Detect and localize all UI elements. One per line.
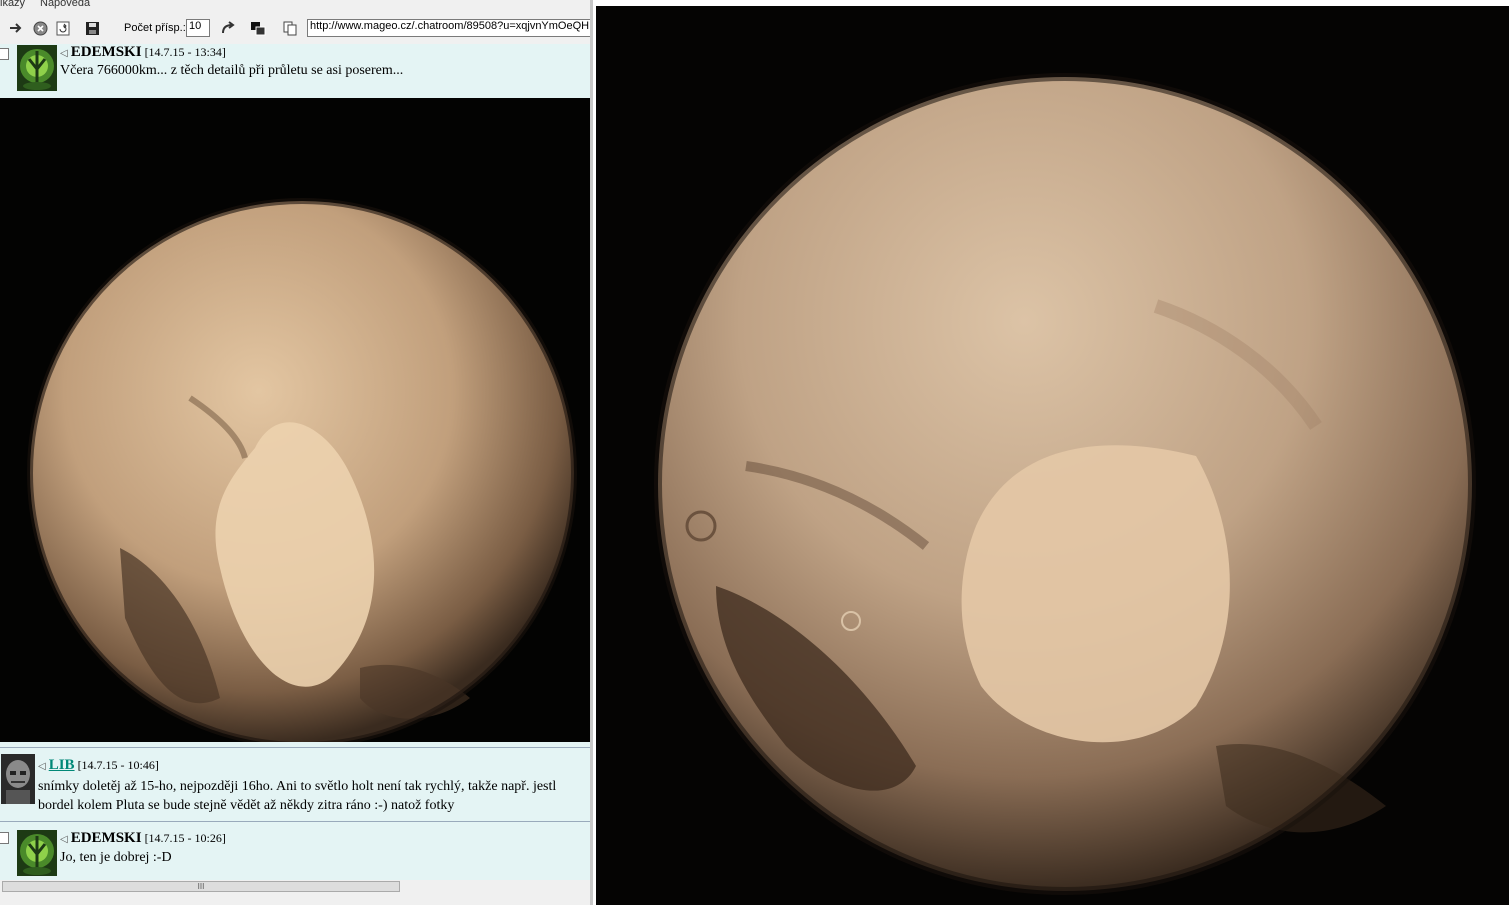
message-text: Včera 766000km... z těch detailů při prů… — [60, 63, 404, 78]
chat-message-list: ◁ EDEMSKI [14.7.15 - 13:34] Včera 766000k… — [0, 44, 590, 880]
timestamp: [14.7.15 - 13:34] — [144, 45, 226, 59]
chat-message: ◁ EDEMSKI [14.7.15 - 13:34] Včera 766000k… — [0, 44, 590, 748]
avatar — [17, 45, 57, 91]
reply-triangle-icon[interactable]: ◁ — [38, 761, 46, 772]
message-checkbox[interactable] — [0, 48, 9, 60]
avatar — [1, 754, 35, 804]
url-field[interactable]: http://www.mageo.cz/.chatroom/89508?u=xq… — [307, 19, 593, 37]
copy-icon[interactable] — [282, 20, 298, 36]
save-icon[interactable] — [84, 20, 100, 36]
reply-triangle-icon[interactable]: ◁ — [60, 834, 68, 845]
timestamp: [14.7.15 - 10:46] — [77, 758, 159, 772]
nickname[interactable]: LIB — [49, 757, 75, 773]
pluto-image[interactable] — [0, 98, 590, 748]
horizontal-scrollbar[interactable]: III — [0, 880, 590, 894]
message-text-line-2: bordel kolem Pluta se bude stejně vědět … — [38, 798, 455, 813]
message-checkbox[interactable] — [0, 832, 9, 844]
refresh-icon[interactable] — [55, 20, 71, 36]
nickname[interactable]: EDEMSKI — [71, 830, 142, 846]
post-count-input[interactable]: 10 — [186, 19, 210, 37]
pluto-large-image[interactable] — [596, 6, 1509, 905]
windows-icon[interactable] — [250, 20, 266, 36]
message-header: ◁ EDEMSKI [14.7.15 - 10:26] — [60, 830, 226, 847]
message-text-line-1: snímky doletěj až 15-ho, nejpozději 16ho… — [38, 779, 557, 794]
timestamp: [14.7.15 - 10:26] — [144, 831, 226, 845]
reply-triangle-icon[interactable]: ◁ — [60, 48, 68, 59]
message-header: ◁ EDEMSKI [14.7.15 - 13:34] — [60, 44, 226, 61]
toolbar: Počet přísp.: 10 http://www.mageo.cz/.ch… — [0, 12, 593, 44]
chat-message: ◁ LIB [14.7.15 - 10:46] snímky doletěj až… — [0, 747, 590, 820]
image-viewer-window — [593, 0, 1509, 905]
avatar — [17, 830, 57, 876]
nickname[interactable]: EDEMSKI — [71, 44, 142, 60]
menu-bar: ikazy Nápověda — [0, 0, 593, 12]
menu-item-prikazy[interactable]: ikazy — [0, 0, 25, 9]
redo-icon[interactable] — [219, 20, 235, 36]
stop-icon[interactable] — [32, 20, 48, 36]
chat-message: ◁ EDEMSKI [14.7.15 - 10:26] Jo, ten je do… — [0, 821, 590, 880]
forward-arrow-icon[interactable] — [8, 20, 24, 36]
message-text: Jo, ten je dobrej :-D — [60, 850, 172, 865]
menu-item-napoveda[interactable]: Nápověda — [40, 0, 90, 9]
message-header: ◁ LIB [14.7.15 - 10:46] — [38, 757, 159, 774]
post-count-label: Počet přísp.: — [124, 22, 186, 34]
chat-window: ikazy Nápověda Počet přísp.: 10 http://w… — [0, 0, 593, 905]
scrollbar-thumb[interactable]: III — [2, 881, 400, 892]
